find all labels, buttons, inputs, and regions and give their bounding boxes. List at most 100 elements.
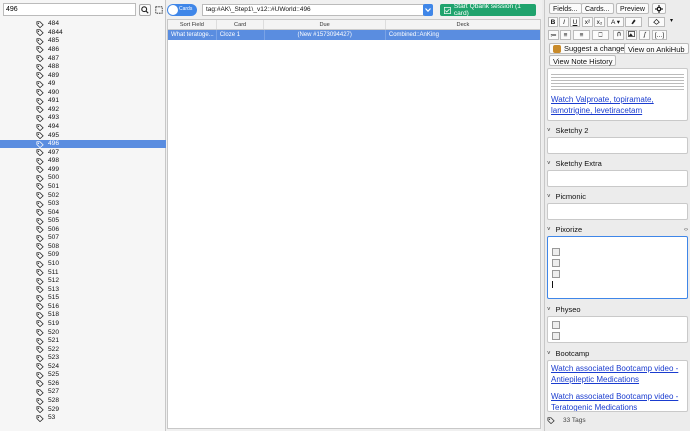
tag-list-item[interactable]: 504 [0, 208, 166, 217]
bootcamp-antiepileptic-link[interactable]: Watch associated Bootcamp video - Antiep… [551, 363, 684, 385]
header-card[interactable]: Card [217, 20, 265, 29]
field-header-sketchy2[interactable]: ˅ Sketchy 2 [547, 126, 588, 135]
field-input-physeo[interactable] [547, 316, 688, 343]
view-note-history-button[interactable]: View Note History [549, 55, 617, 66]
sidebar-search-input[interactable] [3, 3, 136, 16]
tag-list-item[interactable]: 526 [0, 380, 166, 389]
tag-list-item[interactable]: 494 [0, 123, 166, 132]
field-header-pixorize[interactable]: ˅ Pixorize ‹› [547, 225, 688, 234]
tag-list-item[interactable]: 496 [0, 139, 166, 149]
tag-list-item[interactable]: 498 [0, 157, 166, 166]
tag-list-item[interactable]: 508 [0, 243, 166, 252]
tag-list-item[interactable]: 485 [0, 37, 166, 46]
tag-list-item[interactable]: 484 [0, 20, 166, 29]
tag-list-item[interactable]: 524 [0, 363, 166, 372]
tag-list-item[interactable]: 505 [0, 217, 166, 226]
field-input-picmonic[interactable] [547, 203, 688, 220]
view-on-ankihub-button[interactable]: View on AnkiHub [624, 43, 689, 54]
fields-button[interactable]: Fields... [549, 3, 582, 14]
tag-list-item[interactable]: 511 [0, 268, 166, 277]
field-content-top[interactable]: Watch Valproate, topiramate, lamotrigine… [547, 68, 688, 121]
tag-list-item[interactable]: 519 [0, 320, 166, 329]
tag-list-item[interactable]: 521 [0, 337, 166, 346]
header-sort-field[interactable]: Sort Field [168, 20, 217, 29]
unordered-list-button[interactable]: ≔ [548, 30, 559, 40]
tag-list-item[interactable]: 486 [0, 46, 166, 55]
align-button[interactable]: ≡ [573, 30, 590, 40]
cloze-button[interactable]: [...] [652, 30, 667, 40]
underline-button[interactable]: U [570, 17, 580, 27]
select-mode-button[interactable] [153, 4, 165, 16]
cards-notes-toggle[interactable]: Cards [167, 4, 197, 16]
eraser-button[interactable] [648, 17, 665, 27]
tag-list-item[interactable]: 503 [0, 200, 166, 209]
tag-list-item[interactable]: 510 [0, 260, 166, 269]
formatting-menu-chevron-icon[interactable]: ▾ [670, 17, 673, 24]
tag-list-item[interactable]: 525 [0, 371, 166, 380]
header-deck[interactable]: Deck [386, 20, 540, 29]
highlight-button[interactable] [625, 17, 642, 27]
start-qbank-session-button[interactable]: Start Qbank session (1 card) [440, 3, 536, 17]
tag-list-item[interactable]: 4844 [0, 29, 166, 38]
tag-list-item[interactable]: 515 [0, 294, 166, 303]
preview-button[interactable]: Preview [616, 3, 649, 14]
tag-list-item[interactable]: 502 [0, 191, 166, 200]
bootcamp-teratogenic-link[interactable]: Watch associated Bootcamp video - Terato… [551, 391, 684, 411]
tag-list-item[interactable]: 487 [0, 54, 166, 63]
tag-list-item[interactable]: 491 [0, 97, 166, 106]
tag-list-item[interactable]: 49 [0, 80, 166, 89]
bold-button[interactable]: B [548, 17, 558, 27]
tag-list-item[interactable]: 512 [0, 277, 166, 286]
italic-button[interactable]: I [559, 17, 569, 27]
tag-list-item[interactable]: 489 [0, 71, 166, 80]
tag-list-item[interactable]: 527 [0, 388, 166, 397]
tag-list-item[interactable]: 507 [0, 234, 166, 243]
tag-list-item[interactable]: 53 [0, 414, 166, 423]
ordered-list-button[interactable]: ≡ [560, 30, 571, 40]
field-input-sketchy2[interactable] [547, 137, 688, 154]
field-input-bootcamp[interactable]: Watch associated Bootcamp video - Antiep… [547, 360, 688, 412]
tag-list-item[interactable]: 500 [0, 174, 166, 183]
search-button[interactable] [139, 4, 151, 16]
valproate-video-link[interactable]: Watch Valproate, topiramate, lamotrigine… [551, 95, 654, 115]
field-header-bootcamp[interactable]: ˅ Bootcamp [547, 349, 589, 358]
search-history-dropdown[interactable] [423, 4, 433, 16]
tag-list-item[interactable]: 501 [0, 183, 166, 192]
tag-list-item[interactable]: 518 [0, 311, 166, 320]
table-row[interactable]: What teratoge... Cloze 1 (New #157309442… [168, 30, 540, 40]
tag-list-item[interactable]: 490 [0, 89, 166, 98]
image-button[interactable] [626, 30, 637, 40]
tag-list-item[interactable]: 495 [0, 131, 166, 140]
tag-list-item[interactable]: 516 [0, 303, 166, 312]
subscript-button[interactable]: x₂ [594, 17, 605, 27]
header-due[interactable]: Due [264, 20, 386, 29]
cards-button[interactable]: Cards... [581, 3, 614, 14]
tag-list-item[interactable]: 506 [0, 226, 166, 235]
tag-editor-bar[interactable]: 33 Tags [547, 414, 688, 426]
field-header-physeo[interactable]: ˅ Physeo [547, 305, 581, 314]
tag-list-item[interactable]: 529 [0, 405, 166, 414]
tag-list-item[interactable]: 523 [0, 354, 166, 363]
superscript-button[interactable]: x² [582, 17, 593, 27]
text-color-button[interactable]: A ▾ [607, 17, 624, 27]
tag-list-item[interactable]: 513 [0, 285, 166, 294]
field-input-pixorize[interactable] [547, 236, 688, 299]
tag-list-item[interactable]: 522 [0, 345, 166, 354]
mathjax-button[interactable] [639, 30, 650, 40]
tag-list-item[interactable]: 492 [0, 106, 166, 115]
tag-list-item[interactable]: 509 [0, 251, 166, 260]
attach-button[interactable] [613, 30, 624, 40]
html-editor-toggle-icon[interactable]: ‹› [684, 227, 688, 233]
field-header-sketchy-extra[interactable]: ˅ Sketchy Extra [547, 159, 602, 168]
tag-list-item[interactable]: 497 [0, 148, 166, 157]
indent-button[interactable]: ⎕ [592, 30, 609, 40]
field-input-sketchy-extra[interactable] [547, 170, 688, 187]
suggest-change-button[interactable]: Suggest a change [549, 43, 629, 54]
search-query-field[interactable]: tag:#AK\_Step1\_v12::#UWorld::496 [202, 4, 424, 16]
tag-list-item[interactable]: 528 [0, 397, 166, 406]
tag-list-item[interactable]: 520 [0, 328, 166, 337]
tag-list-item[interactable]: 493 [0, 114, 166, 123]
tag-list-item[interactable]: 488 [0, 63, 166, 72]
tag-list-item[interactable]: 499 [0, 166, 166, 175]
settings-button[interactable] [652, 3, 666, 14]
